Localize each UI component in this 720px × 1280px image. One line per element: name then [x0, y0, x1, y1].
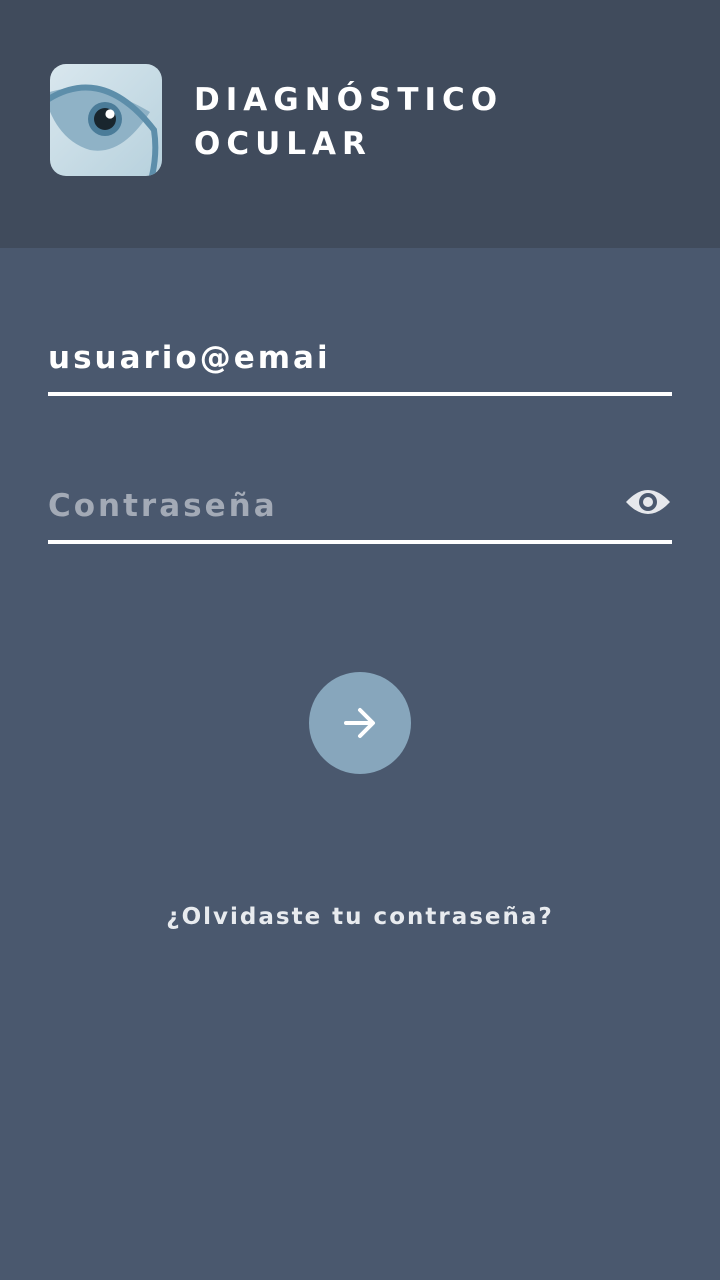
show-password-eye-icon[interactable] — [624, 484, 672, 520]
password-field-container — [48, 480, 672, 544]
app-title-line1: DIAGNÓSTICO — [194, 82, 504, 118]
submit-button[interactable] — [309, 672, 411, 774]
app-logo-eye-icon — [50, 64, 162, 176]
email-field[interactable] — [48, 332, 608, 384]
app-title: DIAGNÓSTICO OCULAR — [194, 78, 503, 166]
email-field-container — [48, 332, 672, 396]
password-field[interactable] — [48, 480, 608, 532]
app-title-line2: OCULAR — [194, 126, 372, 162]
app-header: DIAGNÓSTICO OCULAR — [0, 0, 720, 248]
arrow-right-icon — [344, 708, 375, 738]
forgot-password-link[interactable]: ¿Olvidaste tu contraseña? — [0, 904, 720, 930]
